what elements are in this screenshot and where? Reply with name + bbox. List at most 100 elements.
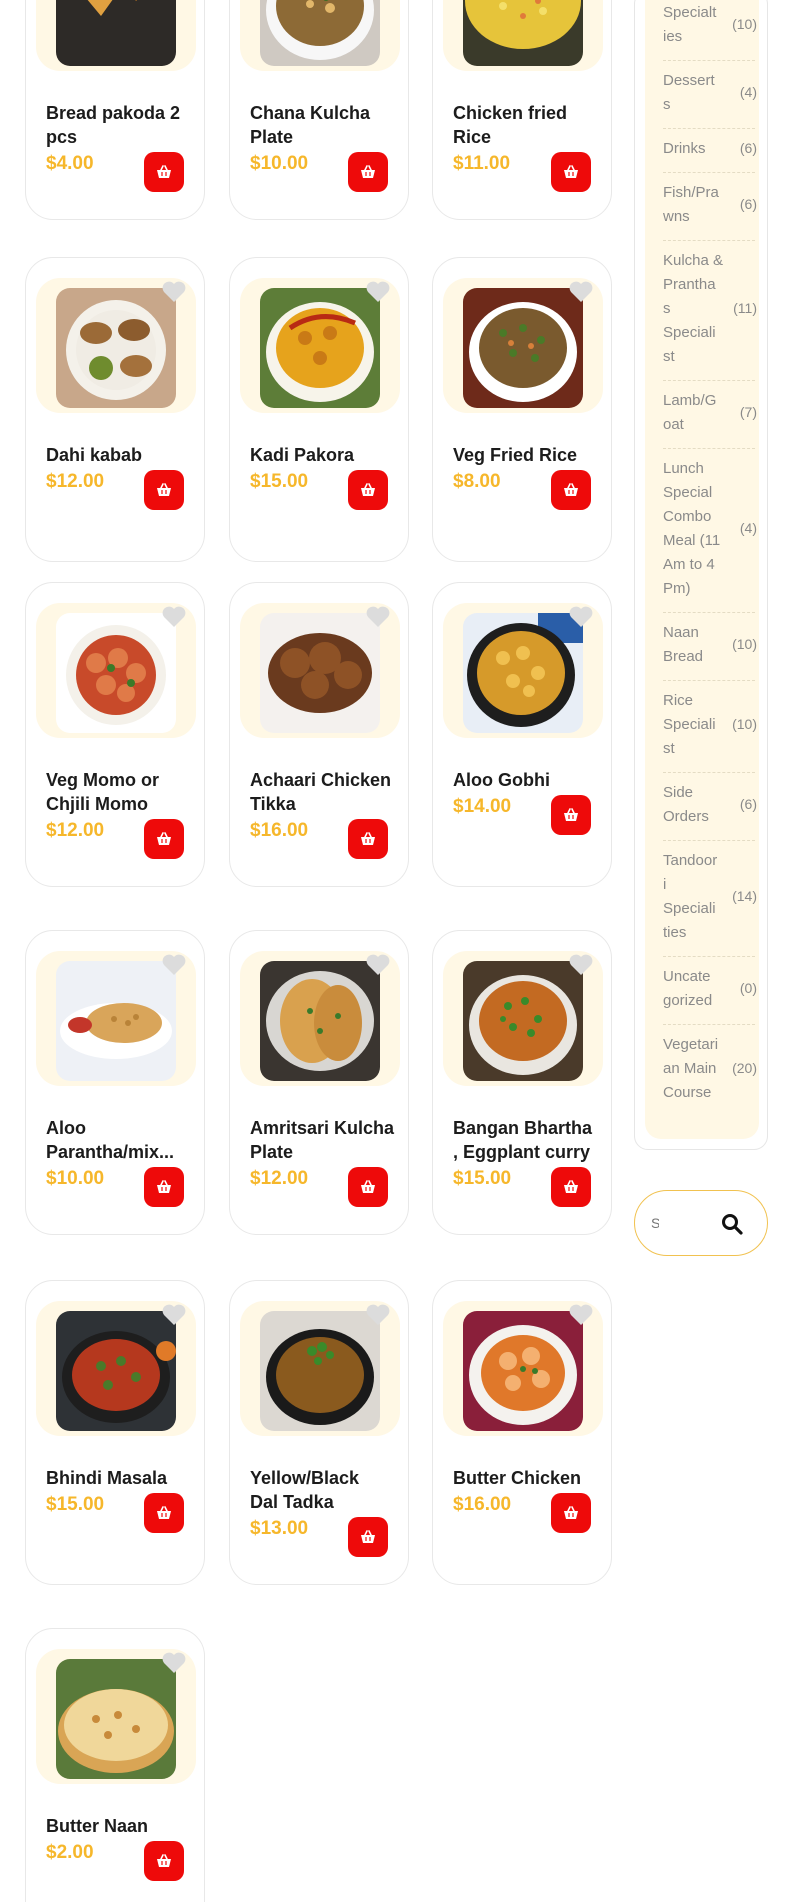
add-to-cart-button[interactable] (348, 1167, 388, 1207)
add-to-cart-button[interactable] (551, 1167, 591, 1207)
product-price: $15.00 (250, 471, 309, 492)
product-name[interactable]: Bread pakoda 2 pcs (46, 101, 196, 149)
product-name-line: Bangan Bhartha (453, 1118, 593, 1138)
heart-icon[interactable] (568, 280, 594, 304)
heart-icon[interactable] (568, 605, 594, 629)
product-card[interactable]: Veg Momo or Chjili Momo $12.00 (25, 582, 205, 887)
add-to-cart-button[interactable] (348, 1517, 388, 1557)
category-name-line: Tandoor (663, 852, 718, 869)
add-to-cart-button[interactable] (144, 152, 184, 192)
product-card[interactable]: Chicken fried Rice $11.00 (432, 0, 612, 220)
veg-fried-rice-photo[interactable] (463, 288, 583, 408)
product-card[interactable]: Amritsari Kulcha Plate $12.00 (229, 930, 409, 1235)
chicken-fried-rice-photo[interactable] (463, 0, 583, 66)
add-to-cart-button[interactable] (551, 1493, 591, 1533)
product-card[interactable]: Bhindi Masala $15.00 (25, 1280, 205, 1585)
product-card[interactable]: Kadi Pakora $15.00 (229, 257, 409, 562)
heart-icon[interactable] (365, 1303, 391, 1327)
product-card[interactable]: Chana Kulcha Plate $10.00 (229, 0, 409, 220)
product-name-line: Butter Chicken (453, 1468, 582, 1488)
product-name[interactable]: Aloo Gobhi (453, 768, 603, 792)
product-name[interactable]: Butter Chicken (453, 1466, 603, 1490)
amritsari-kulcha-photo[interactable] (260, 961, 380, 1081)
product-name[interactable]: Bhindi Masala (46, 1466, 196, 1490)
category-count: (11) (733, 300, 757, 316)
achaari-chicken-photo[interactable] (260, 613, 380, 733)
product-name[interactable]: Amritsari Kulcha Plate (250, 1116, 400, 1164)
category-count: (0) (739, 980, 757, 996)
heart-icon[interactable] (161, 605, 187, 629)
search-input[interactable] (651, 1211, 659, 1235)
product-card[interactable]: Butter Naan $2.00 (25, 1628, 205, 1902)
dal-tadka-photo[interactable] (260, 1311, 380, 1431)
aloo-gobhi-photo[interactable] (463, 613, 583, 733)
add-to-cart-button[interactable] (551, 152, 591, 192)
product-name[interactable]: Butter Naan (46, 1814, 196, 1838)
product-card[interactable]: Bread pakoda 2 pcs $4.00 (25, 0, 205, 220)
butter-chicken-photo[interactable] (463, 1311, 583, 1431)
add-to-cart-button[interactable] (551, 795, 591, 835)
heart-icon[interactable] (568, 1303, 594, 1327)
product-name[interactable]: Achaari Chicken Tikka (250, 768, 400, 816)
product-name[interactable]: Yellow/Black Dal Tadka (250, 1466, 400, 1514)
heart-icon[interactable] (161, 280, 187, 304)
product-card[interactable]: Aloo Gobhi $14.00 (432, 582, 612, 887)
butter-naan-photo[interactable] (56, 1659, 176, 1779)
add-to-cart-button[interactable] (348, 819, 388, 859)
product-card[interactable]: Butter Chicken $16.00 (432, 1280, 612, 1585)
category-name-line: Am to 4 (663, 556, 715, 573)
product-name[interactable]: Veg Momo or Chjili Momo (46, 768, 196, 816)
product-price: $8.00 (453, 471, 501, 492)
product-price: $15.00 (453, 1168, 512, 1189)
add-to-cart-button[interactable] (144, 1841, 184, 1881)
veg-momo-photo[interactable] (56, 613, 176, 733)
heart-icon[interactable] (365, 953, 391, 977)
product-card[interactable]: Yellow/Black Dal Tadka $13.00 (229, 1280, 409, 1585)
chana-kulcha-photo[interactable] (260, 0, 380, 66)
heart-icon[interactable] (365, 605, 391, 629)
product-name-line: Butter Naan (46, 1816, 149, 1836)
add-to-cart-button[interactable] (348, 152, 388, 192)
heart-icon[interactable] (161, 1651, 187, 1675)
heart-icon[interactable] (365, 280, 391, 304)
product-name[interactable]: Bangan Bhartha , Eggplant curry (453, 1116, 603, 1164)
category-count: (6) (739, 796, 757, 812)
basket-icon (157, 1506, 171, 1519)
product-card[interactable]: Aloo Parantha/mix... $10.00 (25, 930, 205, 1235)
product-name[interactable]: Chana Kulcha Plate (250, 101, 400, 149)
add-to-cart-button[interactable] (551, 470, 591, 510)
bread-pakoda-photo[interactable] (56, 0, 176, 66)
product-card[interactable]: Achaari Chicken Tikka $16.00 (229, 582, 409, 887)
dahi-kabab-photo[interactable] (56, 288, 176, 408)
category-count: (4) (739, 520, 757, 536)
add-to-cart-button[interactable] (144, 1493, 184, 1533)
product-name-line: Bread pakoda 2 (46, 103, 181, 123)
heart-icon[interactable] (161, 1303, 187, 1327)
basket-icon (157, 483, 171, 496)
product-name[interactable]: Chicken fried Rice (453, 101, 603, 149)
product-name[interactable]: Aloo Parantha/mix... (46, 1116, 196, 1164)
bangan-bhartha-photo[interactable] (463, 961, 583, 1081)
add-to-cart-button[interactable] (348, 470, 388, 510)
heart-icon[interactable] (161, 953, 187, 977)
product-name-line: Aloo (46, 1118, 86, 1138)
bhindi-masala-photo[interactable] (56, 1311, 176, 1431)
category-count: (10) (732, 16, 757, 32)
category-divider (663, 128, 755, 129)
add-to-cart-button[interactable] (144, 1167, 184, 1207)
product-name[interactable]: Kadi Pakora (250, 443, 400, 467)
product-price: $12.00 (250, 1168, 309, 1189)
kadi-pakora-photo[interactable] (260, 288, 380, 408)
product-name[interactable]: Veg Fried Rice (453, 443, 603, 467)
add-to-cart-button[interactable] (144, 819, 184, 859)
search-button[interactable] (715, 1207, 749, 1241)
product-card[interactable]: Bangan Bhartha , Eggplant curry $15.00 (432, 930, 612, 1235)
product-card[interactable]: Dahi kabab $12.00 (25, 257, 205, 562)
heart-icon[interactable] (568, 953, 594, 977)
category-count: (6) (739, 140, 757, 156)
add-to-cart-button[interactable] (144, 470, 184, 510)
product-name-line: Dahi kabab (46, 445, 143, 465)
product-card[interactable]: Veg Fried Rice $8.00 (432, 257, 612, 562)
aloo-parantha-photo[interactable] (56, 961, 176, 1081)
product-name[interactable]: Dahi kabab (46, 443, 196, 467)
